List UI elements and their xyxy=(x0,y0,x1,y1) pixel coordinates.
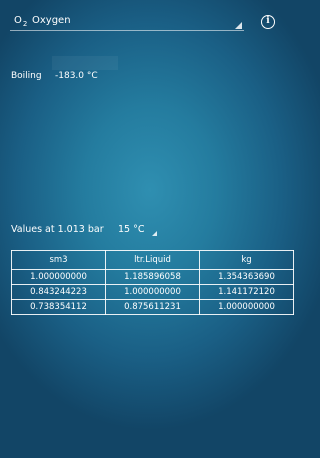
table-row: 0.738354112 0.875611231 1.000000000 xyxy=(11,299,294,315)
boiling-label: Boiling xyxy=(11,71,42,81)
gas-name: Oxygen xyxy=(32,15,71,26)
conversion-table: sm3 ltr.Liquid kg 1.000000000 1.18589605… xyxy=(11,250,294,315)
column-header-ltr-liquid: ltr.Liquid xyxy=(105,250,200,270)
gas-formula-symbol: O xyxy=(14,15,22,26)
dropdown-caret-icon xyxy=(235,22,242,29)
gas-formula: O2 xyxy=(14,15,28,28)
table-cell: 0.843244223 xyxy=(11,284,106,300)
table-cell: 1.000000000 xyxy=(11,269,106,285)
table-cell: 1.185896058 xyxy=(105,269,200,285)
table-row: 1.000000000 1.185896058 1.354363690 xyxy=(11,269,294,285)
column-header-sm3: sm3 xyxy=(11,250,106,270)
table-cell: 1.141172120 xyxy=(199,284,294,300)
table-cell: 0.738354112 xyxy=(11,299,106,315)
boiling-point-value: -183.0 °C xyxy=(55,71,98,81)
info-icon[interactable]: i xyxy=(261,15,275,29)
table-header-row: sm3 ltr.Liquid kg xyxy=(11,250,294,270)
table-cell: 1.000000000 xyxy=(199,299,294,315)
table-row: 0.843244223 1.000000000 1.141172120 xyxy=(11,284,294,300)
column-header-kg: kg xyxy=(199,250,294,270)
table-cell: 0.875611231 xyxy=(105,299,200,315)
faint-background-bar xyxy=(52,56,118,70)
temperature-value: 15 °C xyxy=(118,224,145,235)
dropdown-caret-icon xyxy=(152,231,157,236)
pressure-conditions-label: Values at 1.013 bar xyxy=(11,224,104,235)
gas-selector-underline xyxy=(10,30,244,31)
gas-selector-dropdown[interactable]: O2 Oxygen xyxy=(10,9,244,31)
temperature-dropdown[interactable]: 15 °C xyxy=(112,222,159,238)
table-cell: 1.354363690 xyxy=(199,269,294,285)
table-cell: 1.000000000 xyxy=(105,284,200,300)
gas-formula-subscript: 2 xyxy=(22,20,28,28)
